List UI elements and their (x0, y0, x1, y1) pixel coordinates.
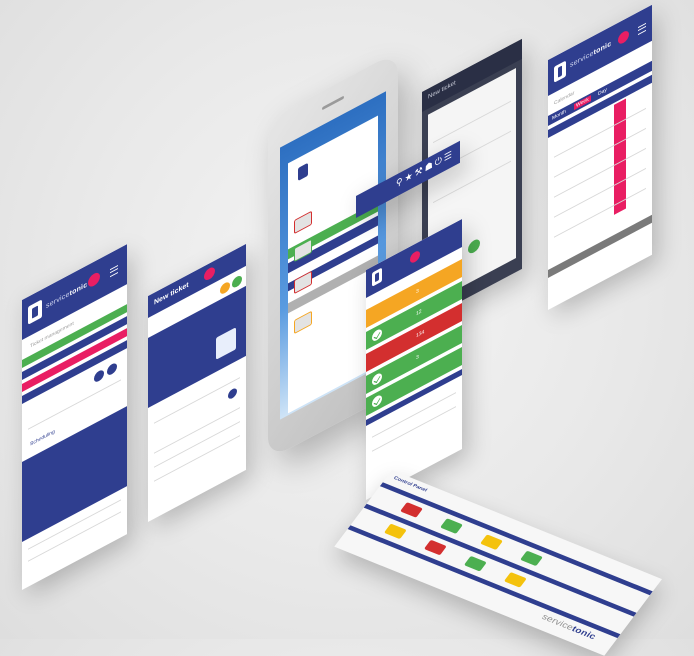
notification-badge[interactable] (410, 249, 420, 265)
tile-green-3 (463, 555, 487, 572)
check-icon (372, 393, 382, 409)
tile-yellow-3 (503, 572, 527, 588)
tab-month[interactable]: Month (552, 108, 566, 121)
scheduling-label: Scheduling (30, 428, 55, 448)
tile-yellow-2 (383, 523, 407, 540)
screen-title: New ticket (154, 281, 189, 307)
menu-icon[interactable] (110, 264, 118, 278)
action-button[interactable] (94, 368, 104, 384)
check-icon (372, 371, 382, 387)
status-dot-orange (220, 280, 230, 296)
new-ticket-screen: New ticket (148, 243, 246, 523)
doc-icon (294, 210, 312, 235)
grid-line (554, 168, 646, 218)
status-dot-green (232, 274, 242, 290)
status-count: 12 (416, 308, 422, 318)
tile-yellow (480, 534, 503, 551)
brand-logo (372, 267, 382, 287)
status-count: 3 (416, 287, 419, 296)
calendar-screen: servicetonic Calendar Month Week Day (548, 4, 652, 311)
calendar-highlight-column (614, 98, 626, 215)
check-icon (372, 327, 382, 343)
divider (153, 435, 241, 482)
brand-logo (28, 299, 42, 325)
tab-day[interactable]: Day (598, 87, 607, 98)
tile-red-2 (423, 539, 447, 556)
doc-icon-4 (294, 310, 312, 335)
menu-icon[interactable] (638, 22, 646, 36)
notification-badge[interactable] (618, 28, 629, 46)
ticket-management-screen: servicetonic Ticket management Schedulin… (22, 244, 127, 590)
brand-logo (298, 162, 308, 182)
confirm-button[interactable] (468, 237, 480, 256)
brand-logo (554, 60, 566, 83)
tile-green-2 (520, 550, 543, 567)
status-screen: 3 12 134 3 (366, 218, 462, 500)
screen-title: New ticket (428, 80, 456, 101)
brand-name: servicetonic (46, 281, 88, 311)
control-panel-tablet: Control Panel servicetonic (334, 470, 662, 656)
mockup-scene: servicetonic Ticket management Schedulin… (0, 0, 694, 656)
status-count: 3 (416, 353, 419, 362)
action-button-2[interactable] (107, 361, 117, 377)
notification-badge[interactable] (204, 265, 215, 283)
tile-red (400, 502, 423, 518)
add-button[interactable] (228, 386, 237, 401)
speaker-slot (322, 95, 344, 111)
notification-badge[interactable] (88, 270, 100, 289)
grid-line (554, 148, 646, 198)
divider (153, 407, 241, 454)
calendar-footer (548, 214, 652, 278)
panel-row-2 (363, 503, 637, 617)
app-panel (288, 115, 378, 414)
tile-green (440, 518, 463, 534)
grid-line (554, 108, 646, 158)
brand-name: servicetonic (570, 40, 612, 70)
status-count: 134 (416, 328, 425, 340)
scheduling-panel (22, 406, 127, 542)
divider (153, 421, 241, 468)
grid-line (554, 128, 646, 178)
